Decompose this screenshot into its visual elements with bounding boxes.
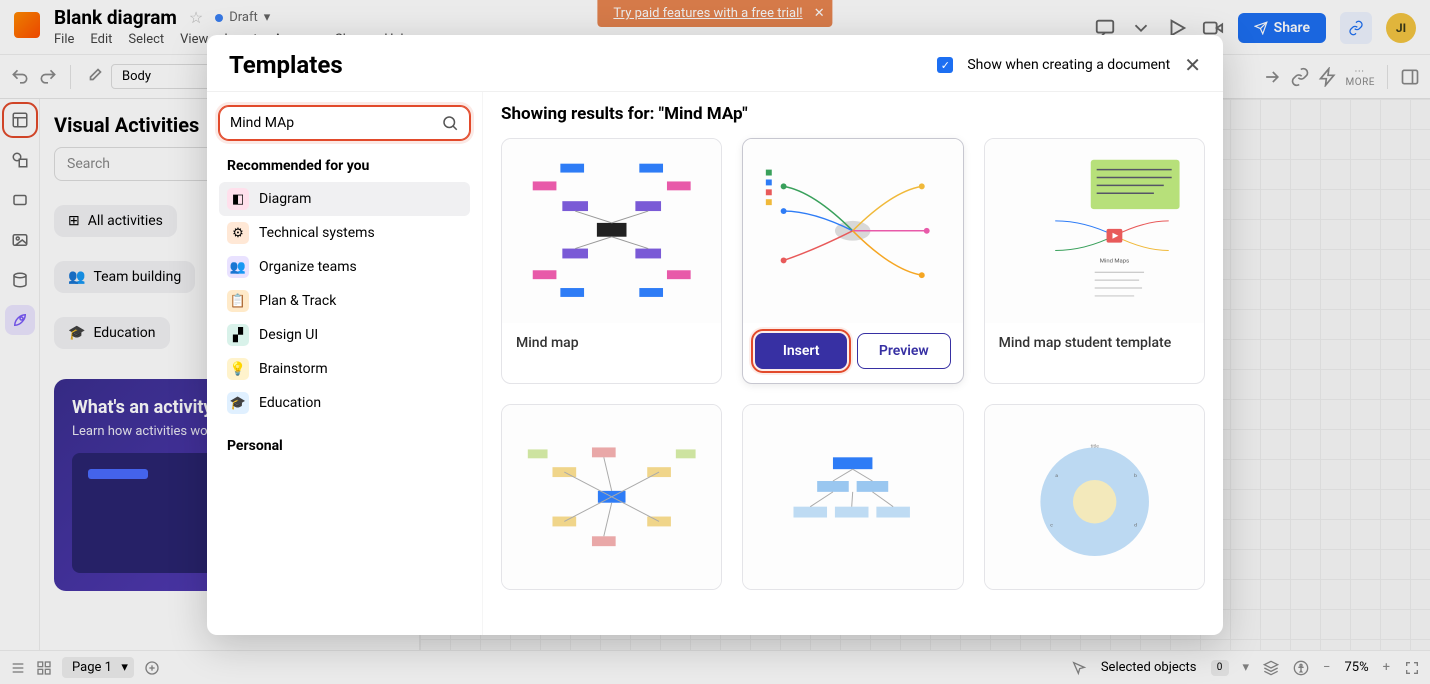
template-thumb: [743, 139, 962, 323]
cat-organize[interactable]: 👥Organize teams: [219, 250, 470, 284]
show-checkbox[interactable]: ✓: [937, 57, 953, 73]
recommended-heading: Recommended for you: [227, 158, 470, 174]
template-card[interactable]: [742, 404, 963, 590]
cat-diagram[interactable]: ◧Diagram: [219, 182, 470, 216]
cat-technical[interactable]: ⚙Technical systems: [219, 216, 470, 250]
template-search[interactable]: [219, 106, 470, 140]
personal-heading: Personal: [227, 438, 470, 454]
svg-text:b: b: [1134, 473, 1137, 479]
modal-sidebar: Recommended for you ◧Diagram ⚙Technical …: [207, 92, 483, 635]
template-thumb: Mind Maps: [985, 139, 1204, 323]
show-label: Show when creating a document: [967, 57, 1170, 73]
cat-brainstorm[interactable]: 💡Brainstorm: [219, 352, 470, 386]
cat-plan[interactable]: 📋Plan & Track: [219, 284, 470, 318]
svg-text:Mind Maps: Mind Maps: [1099, 259, 1128, 265]
template-name: Mind map: [502, 323, 721, 363]
cat-design[interactable]: ▞Design UI: [219, 318, 470, 352]
template-thumb: [502, 139, 721, 323]
svg-text:c: c: [1050, 523, 1053, 529]
svg-text:a: a: [1055, 473, 1058, 479]
template-thumb: [502, 405, 721, 589]
cat-education[interactable]: 🎓Education: [219, 386, 470, 420]
svg-text:d: d: [1134, 523, 1137, 529]
template-thumb: title a b c d: [985, 405, 1204, 589]
template-card[interactable]: Mind Maps Mind map student template: [984, 138, 1205, 384]
template-card[interactable]: title a b c d: [984, 404, 1205, 590]
template-card[interactable]: Mind map: [501, 138, 722, 384]
search-input[interactable]: [230, 115, 433, 131]
svg-text:title: title: [1090, 444, 1099, 450]
modal-overlay: Templates ✓ Show when creating a documen…: [0, 0, 1430, 684]
search-icon[interactable]: [441, 114, 459, 132]
template-card[interactable]: [501, 404, 722, 590]
results-panel: Showing results for: "Mind MAp": [483, 92, 1223, 635]
insert-button[interactable]: Insert: [755, 333, 847, 369]
template-name: Mind map student template: [985, 323, 1204, 363]
modal-title: Templates: [229, 51, 343, 79]
close-icon[interactable]: ✕: [1184, 53, 1201, 77]
preview-button[interactable]: Preview: [857, 333, 951, 369]
results-heading: Showing results for: "Mind MAp": [501, 104, 1205, 124]
template-card[interactable]: Insert Preview: [742, 138, 963, 384]
template-thumb: [743, 405, 962, 589]
templates-modal: Templates ✓ Show when creating a documen…: [207, 35, 1223, 635]
